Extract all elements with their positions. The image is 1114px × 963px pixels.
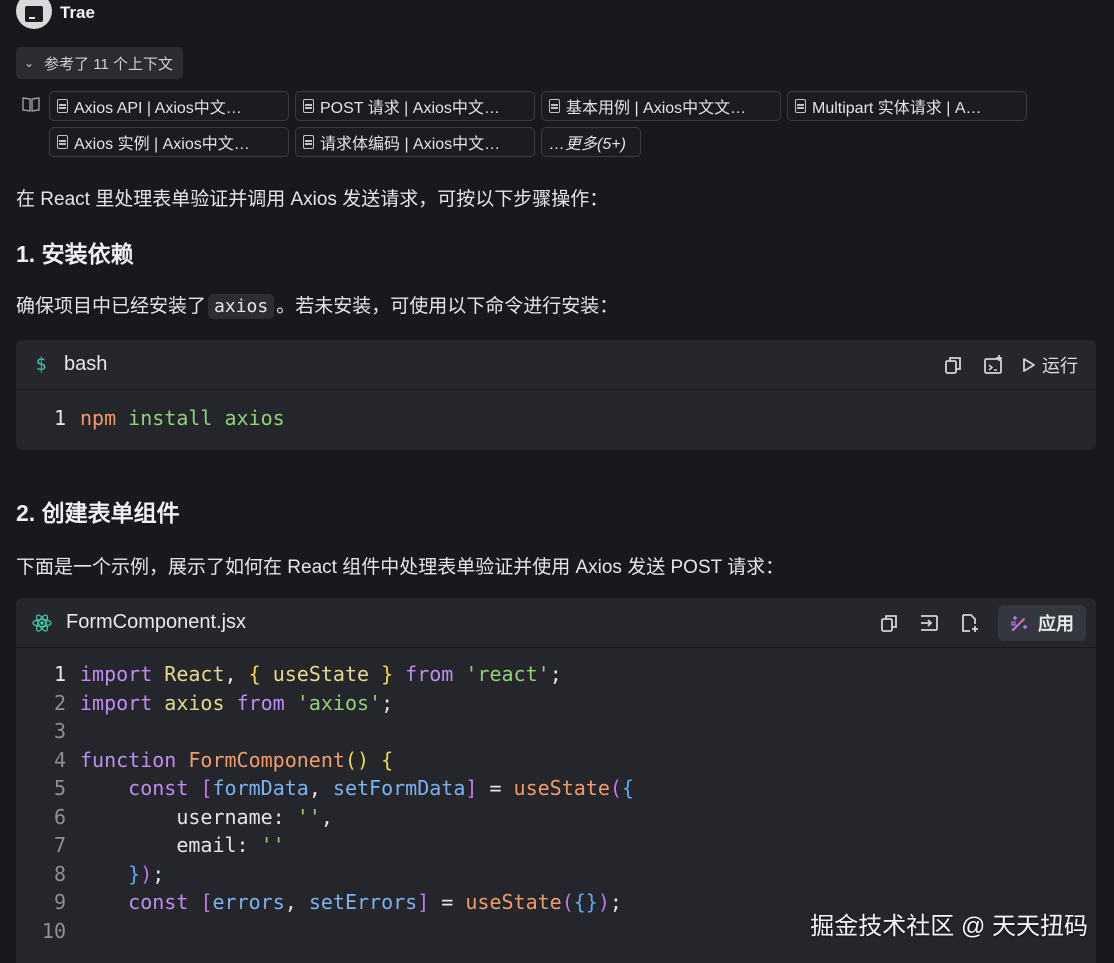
terminal-dollar-icon: $ bbox=[35, 354, 47, 375]
line-number: 1 bbox=[53, 406, 66, 431]
line-number: 2 bbox=[53, 690, 66, 715]
section1-title: 1. 安装依赖 bbox=[16, 241, 134, 267]
document-icon bbox=[57, 99, 68, 113]
code-line: 1 import React, { useState } from 'react'… bbox=[16, 660, 1096, 689]
section2-text: 下面是一个示例，展示了如何在 React 组件中处理表单验证并使用 Axios … bbox=[16, 557, 785, 578]
code-line: 1 npm install axios bbox=[16, 404, 1096, 433]
code-line: 8 }); bbox=[16, 860, 1096, 889]
document-icon bbox=[795, 99, 806, 113]
run-label: 运行 bbox=[1042, 355, 1078, 376]
command: npm bbox=[80, 406, 117, 431]
code-block-header: FormComponent.jsx 应用 bbox=[16, 598, 1096, 648]
section1-text-after: 。若未安装，可使用以下命令进行安装： bbox=[276, 296, 619, 317]
line-number: 6 bbox=[53, 804, 66, 829]
code-line: 2 import axios from 'axios'; bbox=[16, 689, 1096, 718]
reference-chip[interactable]: POST 请求 | Axios中文… bbox=[295, 91, 535, 121]
line-number: 7 bbox=[53, 833, 66, 858]
new-file-icon[interactable] bbox=[958, 612, 980, 634]
reference-chip-label: 基本用例 | Axios中文文… bbox=[566, 100, 747, 117]
insert-to-terminal-icon[interactable] bbox=[982, 354, 1004, 376]
command-args: install axios bbox=[116, 406, 285, 431]
references-toggle-label: 参考了 11 个上下文 bbox=[44, 55, 173, 73]
reference-chip[interactable]: Axios API | Axios中文… bbox=[49, 91, 289, 121]
section2-title: 2. 创建表单组件 bbox=[16, 500, 180, 526]
more-references-label: …更多(5+) bbox=[549, 136, 626, 153]
line-number: 9 bbox=[53, 890, 66, 915]
document-icon bbox=[57, 135, 68, 149]
react-icon bbox=[32, 613, 52, 632]
more-references-button[interactable]: …更多(5+) bbox=[541, 127, 641, 157]
code-line: 4 function FormComponent() { bbox=[16, 746, 1096, 775]
code-line: 6 username: '', bbox=[16, 803, 1096, 832]
document-icon bbox=[549, 99, 560, 113]
code-language-label: bash bbox=[64, 353, 108, 375]
inline-code: axios bbox=[208, 294, 275, 319]
intro-text: 在 React 里处理表单验证并调用 Axios 发送请求，可按以下步骤操作： bbox=[16, 189, 609, 210]
code-line: 5 const [formData, setFormData] = useSta… bbox=[16, 774, 1096, 803]
line-number: 1 bbox=[53, 662, 66, 687]
code-file-label: FormComponent.jsx bbox=[66, 611, 247, 633]
reference-chip[interactable]: Multipart 实体请求 | A… bbox=[787, 91, 1027, 121]
reference-chip[interactable]: Axios 实例 | Axios中文… bbox=[49, 127, 289, 157]
document-icon bbox=[303, 99, 314, 113]
line-number: 3 bbox=[53, 719, 66, 744]
code-block-header: $ bash 运行 bbox=[16, 340, 1096, 390]
line-number: 8 bbox=[53, 861, 66, 886]
chevron-down-icon: ⌄ bbox=[24, 56, 35, 70]
reference-chip-label: Axios 实例 | Axios中文… bbox=[74, 136, 250, 153]
run-button[interactable]: 运行 bbox=[1022, 352, 1078, 378]
apply-label: 应用 bbox=[1038, 613, 1074, 634]
reference-chip-label: POST 请求 | Axios中文… bbox=[320, 100, 500, 117]
assistant-header: Trae bbox=[16, 0, 95, 30]
copy-icon[interactable] bbox=[942, 354, 964, 376]
reference-chip-label: Axios API | Axios中文… bbox=[74, 100, 242, 117]
bash-code-block: $ bash 运行 1 npm install axios bbox=[16, 340, 1096, 450]
reference-chip-label: 请求体编码 | Axios中文… bbox=[320, 136, 501, 153]
section1-text-before: 确保项目中已经安装了 bbox=[16, 296, 207, 317]
trae-avatar-icon bbox=[16, 0, 52, 29]
copy-icon[interactable] bbox=[878, 612, 900, 634]
document-icon bbox=[303, 135, 314, 149]
code-body: 1 import React, { useState } from 'react'… bbox=[16, 648, 1096, 945]
line-number: 5 bbox=[53, 776, 66, 801]
book-icon bbox=[22, 97, 40, 112]
line-number: 10 bbox=[41, 918, 66, 943]
assistant-name: Trae bbox=[60, 3, 95, 22]
reference-chip[interactable]: 请求体编码 | Axios中文… bbox=[295, 127, 535, 157]
section1-text: 确保项目中已经安装了 axios 。若未安装，可使用以下命令进行安装： bbox=[16, 291, 619, 319]
insert-at-cursor-icon[interactable] bbox=[918, 612, 940, 634]
apply-button[interactable]: 应用 bbox=[998, 604, 1086, 641]
code-line: 3 bbox=[16, 717, 1096, 746]
line-number: 4 bbox=[53, 747, 66, 772]
watermark: 掘金技术社区 @ 天天扭码 bbox=[810, 913, 1088, 940]
magic-wand-icon bbox=[1011, 615, 1027, 631]
references-toggle[interactable]: ⌄ 参考了 11 个上下文 bbox=[16, 47, 183, 79]
play-icon bbox=[1023, 357, 1035, 372]
code-line: 7 email: '' bbox=[16, 831, 1096, 860]
reference-chip[interactable]: 基本用例 | Axios中文文… bbox=[541, 91, 781, 121]
reference-chip-label: Multipart 实体请求 | A… bbox=[812, 100, 982, 117]
